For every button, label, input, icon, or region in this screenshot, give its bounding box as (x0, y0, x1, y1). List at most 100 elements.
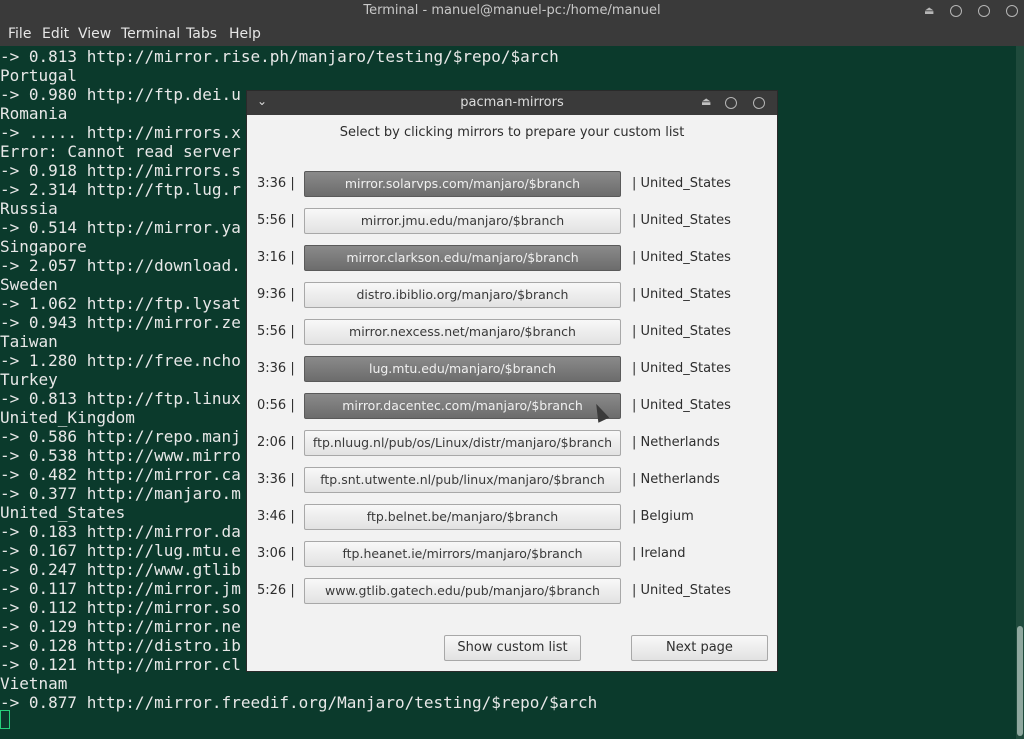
mirror-time: 5:56 | (257, 213, 295, 228)
terminal-cursor (0, 710, 10, 729)
menu-tabs[interactable]: Tabs (186, 26, 217, 42)
terminal-line: United_States (0, 503, 126, 522)
mirror-time: 3:06 | (257, 546, 295, 561)
mirror-country: | United_States (632, 398, 731, 413)
terminal-line: -> ..... http://mirrors.x (0, 123, 241, 142)
mirror-country: | Netherlands (632, 472, 720, 487)
pacman-mirrors-dialog: ⌄ pacman-mirrors ⏏ Select by clicking mi… (246, 90, 778, 672)
mirror-button[interactable]: mirror.clarkson.edu/manjaro/$branch (304, 245, 621, 271)
terminal-line: -> 0.112 http://mirror.so (0, 598, 241, 617)
mirror-country: | United_States (632, 250, 731, 265)
mirror-country: | United_States (632, 361, 731, 376)
mirror-button[interactable]: mirror.solarvps.com/manjaro/$branch (304, 171, 621, 197)
terminal-line: -> 2.314 http://ftp.lug.r (0, 180, 241, 199)
mirror-button[interactable]: ftp.belnet.be/manjaro/$branch (304, 504, 621, 530)
terminal-line: United_Kingdom (0, 408, 135, 427)
terminal-line: Singapore (0, 237, 87, 256)
scrollbar-thumb[interactable] (1017, 626, 1023, 736)
mirror-button[interactable]: mirror.jmu.edu/manjaro/$branch (304, 208, 621, 234)
terminal-titlebar: Terminal - manuel@manuel-pc:/home/manuel… (0, 0, 1024, 22)
terminal-line: -> 0.813 http://mirror.rise.ph/manjaro/t… (0, 47, 559, 66)
terminal-line: -> 0.943 http://mirror.ze (0, 313, 241, 332)
mirror-country: | Belgium (632, 509, 694, 524)
terminal-line: -> 0.918 http://mirrors.s (0, 161, 241, 180)
mirror-button[interactable]: ftp.nluug.nl/pub/os/Linux/distr/manjaro/… (304, 430, 621, 456)
mirror-time: 5:56 | (257, 324, 295, 339)
mirror-row: 3:36 | mirror.solarvps.com/manjaro/$branc… (247, 171, 777, 197)
shade-icon[interactable]: ⏏ (924, 4, 934, 17)
menu-file[interactable]: File (8, 26, 31, 42)
mirror-button[interactable]: lug.mtu.edu/manjaro/$branch (304, 356, 621, 382)
mirror-row: 5:56 | mirror.nexcess.net/manjaro/$branch… (247, 319, 777, 345)
terminal-scrollbar[interactable] (1016, 46, 1024, 739)
mirror-row: 5:56 | mirror.jmu.edu/manjaro/$branch | Un… (247, 208, 777, 234)
mirror-row: 9:36 | distro.ibiblio.org/manjaro/$branch… (247, 282, 777, 308)
dialog-title: pacman-mirrors (460, 95, 564, 110)
mirror-time: 3:36 | (257, 361, 295, 376)
terminal-line: -> 0.183 http://mirror.da (0, 522, 241, 541)
terminal-line: -> 1.280 http://free.ncho (0, 351, 241, 370)
window-title: Terminal - manuel@manuel-pc:/home/manuel (363, 3, 661, 18)
mirror-button[interactable]: ftp.heanet.ie/mirrors/manjaro/$branch (304, 541, 621, 567)
terminal-line: Turkey (0, 370, 58, 389)
mirror-row: 3:06 | ftp.heanet.ie/mirrors/manjaro/$bra… (247, 541, 777, 567)
mirror-country: | Netherlands (632, 435, 720, 450)
maximize-icon[interactable] (978, 5, 990, 17)
menu-bar: File Edit View Terminal Tabs Help (0, 22, 1024, 46)
mirror-button[interactable]: mirror.dacentec.com/manjaro/$branch (304, 393, 621, 419)
terminal-line: Romania (0, 104, 68, 123)
terminal-line: -> 2.057 http://download. (0, 256, 241, 275)
mirror-time: 0:56 | (257, 398, 295, 413)
mirror-time: 3:36 | (257, 176, 295, 191)
show-custom-list-button[interactable]: Show custom list (444, 635, 581, 661)
terminal-line: -> 0.813 http://ftp.linux (0, 389, 241, 408)
dialog-minimize-icon[interactable] (725, 97, 737, 109)
mirror-time: 3:46 | (257, 509, 295, 524)
mirror-country: | United_States (632, 213, 731, 228)
mirror-button[interactable]: mirror.nexcess.net/manjaro/$branch (304, 319, 621, 345)
mirror-button[interactable]: ftp.snt.utwente.nl/pub/linux/manjaro/$br… (304, 467, 621, 493)
terminal-line: Russia (0, 199, 58, 218)
menu-terminal[interactable]: Terminal (121, 26, 180, 42)
terminal-line: -> 0.377 http://manjaro.m (0, 484, 241, 503)
terminal-line: -> 0.167 http://lug.mtu.e (0, 541, 241, 560)
menu-help[interactable]: Help (229, 26, 261, 42)
terminal-line: Taiwan (0, 332, 58, 351)
mirror-time: 9:36 | (257, 287, 295, 302)
terminal-line: Vietnam (0, 674, 68, 693)
terminal-line: Error: Cannot read server (0, 142, 241, 161)
instruction-text: Select by clicking mirrors to prepare yo… (339, 125, 685, 140)
close-icon[interactable] (1006, 5, 1018, 17)
mirror-row: 0:56 | mirror.dacentec.com/manjaro/$branc… (247, 393, 777, 419)
terminal-line: -> 0.117 http://mirror.jm (0, 579, 241, 598)
mirror-button[interactable]: www.gtlib.gatech.edu/pub/manjaro/$branch (304, 578, 621, 604)
terminal-line: -> 0.129 http://mirror.ne (0, 617, 241, 636)
menu-edit[interactable]: Edit (42, 26, 69, 42)
mirror-country: | United_States (632, 287, 731, 302)
mirror-country: | United_States (632, 583, 731, 598)
terminal-line: -> 0.980 http://ftp.dei.u (0, 85, 241, 104)
mirror-row: 3:16 | mirror.clarkson.edu/manjaro/$branc… (247, 245, 777, 271)
dialog-close-icon[interactable] (753, 97, 765, 109)
dialog-shade-icon[interactable]: ⏏ (701, 95, 711, 108)
terminal-line: -> 0.877 http://mirror.freedif.org/Manja… (0, 693, 598, 712)
terminal-line: -> 0.121 http://mirror.cl (0, 655, 241, 674)
terminal-line: -> 0.482 http://mirror.ca (0, 465, 241, 484)
mirror-country: | United_States (632, 324, 731, 339)
terminal-line: -> 0.514 http://mirror.ya (0, 218, 241, 237)
mirror-time: 5:26 | (257, 583, 295, 598)
next-page-button[interactable]: Next page (631, 635, 768, 661)
minimize-icon[interactable] (950, 5, 962, 17)
mirror-country: | United_States (632, 176, 731, 191)
menu-view[interactable]: View (78, 26, 111, 42)
mirror-country: | Ireland (632, 546, 686, 561)
dialog-titlebar: ⌄ pacman-mirrors ⏏ (247, 91, 777, 115)
terminal-line: -> 0.128 http://distro.ib (0, 636, 241, 655)
terminal-line: -> 0.247 http://www.gtlib (0, 560, 241, 579)
mirror-button[interactable]: distro.ibiblio.org/manjaro/$branch (304, 282, 621, 308)
terminal-line: Portugal (0, 66, 78, 85)
mirror-row: 3:36 | ftp.snt.utwente.nl/pub/linux/manja… (247, 467, 777, 493)
mirror-row: 3:36 | lug.mtu.edu/manjaro/$branch | Unite… (247, 356, 777, 382)
mirror-row: 2:06 | ftp.nluug.nl/pub/os/Linux/distr/ma… (247, 430, 777, 456)
terminal-line: -> 0.586 http://repo.manj (0, 427, 241, 446)
